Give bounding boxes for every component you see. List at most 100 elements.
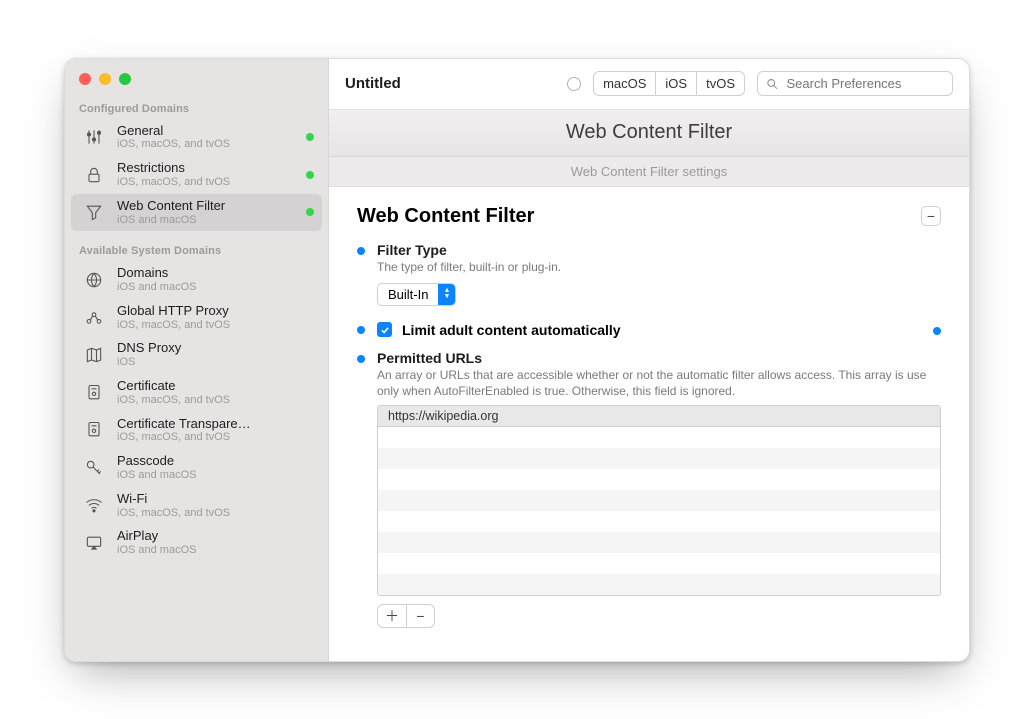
sidebar-item-domains[interactable]: Domains iOS and macOS — [71, 261, 322, 299]
search-icon — [766, 77, 779, 91]
window-controls — [65, 59, 328, 95]
status-dot-icon — [306, 208, 314, 216]
sidebar-item-subtitle: iOS, macOS, and tvOS — [117, 176, 230, 189]
sidebar-item-label: Restrictions — [117, 161, 230, 176]
sidebar-section-configured: Configured Domains — [65, 95, 328, 119]
filter-type-select[interactable]: Built-In ▲▼ — [377, 283, 456, 306]
sidebar-item-global-http-proxy[interactable]: Global HTTP Proxy iOS, macOS, and tvOS — [71, 299, 322, 337]
field-indicator-icon — [357, 355, 365, 363]
sidebar-item-certificate[interactable]: Certificate iOS, macOS, and tvOS — [71, 374, 322, 412]
filter-type-title: Filter Type — [377, 242, 941, 258]
sidebar-item-passcode[interactable]: Passcode iOS and macOS — [71, 449, 322, 487]
table-actions: ＋ − — [377, 604, 435, 628]
field-indicator-icon — [357, 326, 365, 334]
sidebar-item-subtitle: iOS and macOS — [117, 214, 225, 227]
cert-icon — [81, 380, 107, 406]
sidebar-item-label: Passcode — [117, 454, 196, 469]
sidebar-item-general[interactable]: General iOS, macOS, and tvOS — [71, 119, 322, 157]
preferences-window: Configured Domains General iOS, macOS, a… — [64, 58, 970, 662]
field-indicator-icon — [933, 327, 941, 335]
field-limit-adult: Limit adult content automatically — [357, 322, 941, 338]
permitted-urls-table[interactable]: https://wikipedia.org — [377, 405, 941, 596]
field-filter-type: Filter Type The type of filter, built-in… — [357, 242, 941, 306]
key-icon — [81, 455, 107, 481]
sidebar-item-label: Certificate Transpare… — [117, 417, 251, 432]
sidebar-item-certificate-transpare-[interactable]: Certificate Transpare… iOS, macOS, and t… — [71, 412, 322, 450]
close-icon[interactable] — [79, 73, 91, 85]
spinner-icon — [567, 77, 581, 91]
sidebar-item-label: General — [117, 124, 230, 139]
platform-macos[interactable]: macOS — [594, 72, 655, 95]
main-panel: Untitled macOS iOS tvOS Web Content Filt… — [329, 59, 969, 661]
chevron-up-down-icon: ▲▼ — [438, 284, 455, 305]
panel-subtitle: Web Content Filter settings — [329, 157, 969, 187]
permitted-title: Permitted URLs — [377, 350, 941, 366]
table-row[interactable] — [378, 469, 940, 490]
sidebar-item-subtitle: iOS and macOS — [117, 544, 196, 557]
funnel-icon — [81, 199, 107, 225]
permitted-table-header[interactable]: https://wikipedia.org — [378, 406, 940, 427]
table-row[interactable] — [378, 532, 940, 553]
remove-row-button[interactable]: − — [406, 605, 434, 627]
cert-icon — [81, 417, 107, 443]
minimize-icon[interactable] — [99, 73, 111, 85]
field-permitted-urls: Permitted URLs An array or URLs that are… — [357, 350, 941, 628]
table-row[interactable] — [378, 511, 940, 532]
status-dot-icon — [306, 133, 314, 141]
table-row[interactable] — [378, 574, 940, 595]
search-input[interactable] — [785, 75, 944, 92]
panel-title: Web Content Filter — [329, 109, 969, 157]
globe-icon — [81, 267, 107, 293]
sidebar-item-subtitle: iOS — [117, 356, 181, 369]
limit-adult-checkbox[interactable] — [377, 322, 392, 337]
lock-icon — [81, 162, 107, 188]
sliders-icon — [81, 124, 107, 150]
sidebar-item-airplay[interactable]: AirPlay iOS and macOS — [71, 524, 322, 562]
sidebar-item-subtitle: iOS, macOS, and tvOS — [117, 138, 230, 151]
table-row[interactable] — [378, 427, 940, 448]
field-indicator-icon — [357, 247, 365, 255]
table-row[interactable] — [378, 553, 940, 574]
content-area: Web Content Filter − Filter Type The typ… — [329, 187, 969, 661]
search-field[interactable] — [757, 71, 953, 96]
toolbar: Untitled macOS iOS tvOS — [329, 59, 969, 109]
sidebar: Configured Domains General iOS, macOS, a… — [65, 59, 329, 661]
filter-type-desc: The type of filter, built-in or plug-in. — [377, 259, 941, 275]
platform-segmented-control[interactable]: macOS iOS tvOS — [593, 71, 745, 96]
sidebar-item-subtitle: iOS and macOS — [117, 469, 196, 482]
filter-type-value: Built-In — [378, 284, 438, 305]
sidebar-section-available: Available System Domains — [65, 231, 328, 261]
sidebar-item-subtitle: iOS, macOS, and tvOS — [117, 319, 230, 332]
sidebar-item-label: Certificate — [117, 379, 230, 394]
table-row[interactable] — [378, 448, 940, 469]
limit-adult-label: Limit adult content automatically — [402, 322, 621, 338]
platform-ios[interactable]: iOS — [655, 72, 696, 95]
section-heading: Web Content Filter — [357, 205, 534, 228]
sidebar-item-restrictions[interactable]: Restrictions iOS, macOS, and tvOS — [71, 156, 322, 194]
sidebar-item-web-content-filter[interactable]: Web Content Filter iOS and macOS — [71, 194, 322, 232]
sidebar-item-subtitle: iOS and macOS — [117, 281, 196, 294]
sidebar-item-label: Wi-Fi — [117, 492, 230, 507]
checkmark-icon — [380, 325, 390, 335]
sidebar-item-label: Web Content Filter — [117, 199, 225, 214]
map-icon — [81, 342, 107, 368]
sidebar-item-dns-proxy[interactable]: DNS Proxy iOS — [71, 336, 322, 374]
sidebar-item-subtitle: iOS, macOS, and tvOS — [117, 507, 230, 520]
sidebar-item-label: Domains — [117, 266, 196, 281]
sidebar-item-label: Global HTTP Proxy — [117, 304, 230, 319]
profile-title: Untitled — [345, 75, 401, 92]
airplay-icon — [81, 530, 107, 556]
sidebar-item-label: AirPlay — [117, 529, 196, 544]
collapse-button[interactable]: − — [921, 206, 941, 226]
sidebar-item-wi-fi[interactable]: Wi-Fi iOS, macOS, and tvOS — [71, 487, 322, 525]
sidebar-item-subtitle: iOS, macOS, and tvOS — [117, 431, 251, 444]
zoom-icon[interactable] — [119, 73, 131, 85]
sidebar-item-subtitle: iOS, macOS, and tvOS — [117, 394, 230, 407]
sidebar-item-label: DNS Proxy — [117, 341, 181, 356]
nodes-icon — [81, 305, 107, 331]
wifi-icon — [81, 492, 107, 518]
add-row-button[interactable]: ＋ — [378, 605, 406, 627]
status-dot-icon — [306, 171, 314, 179]
platform-tvos[interactable]: tvOS — [696, 72, 744, 95]
table-row[interactable] — [378, 490, 940, 511]
